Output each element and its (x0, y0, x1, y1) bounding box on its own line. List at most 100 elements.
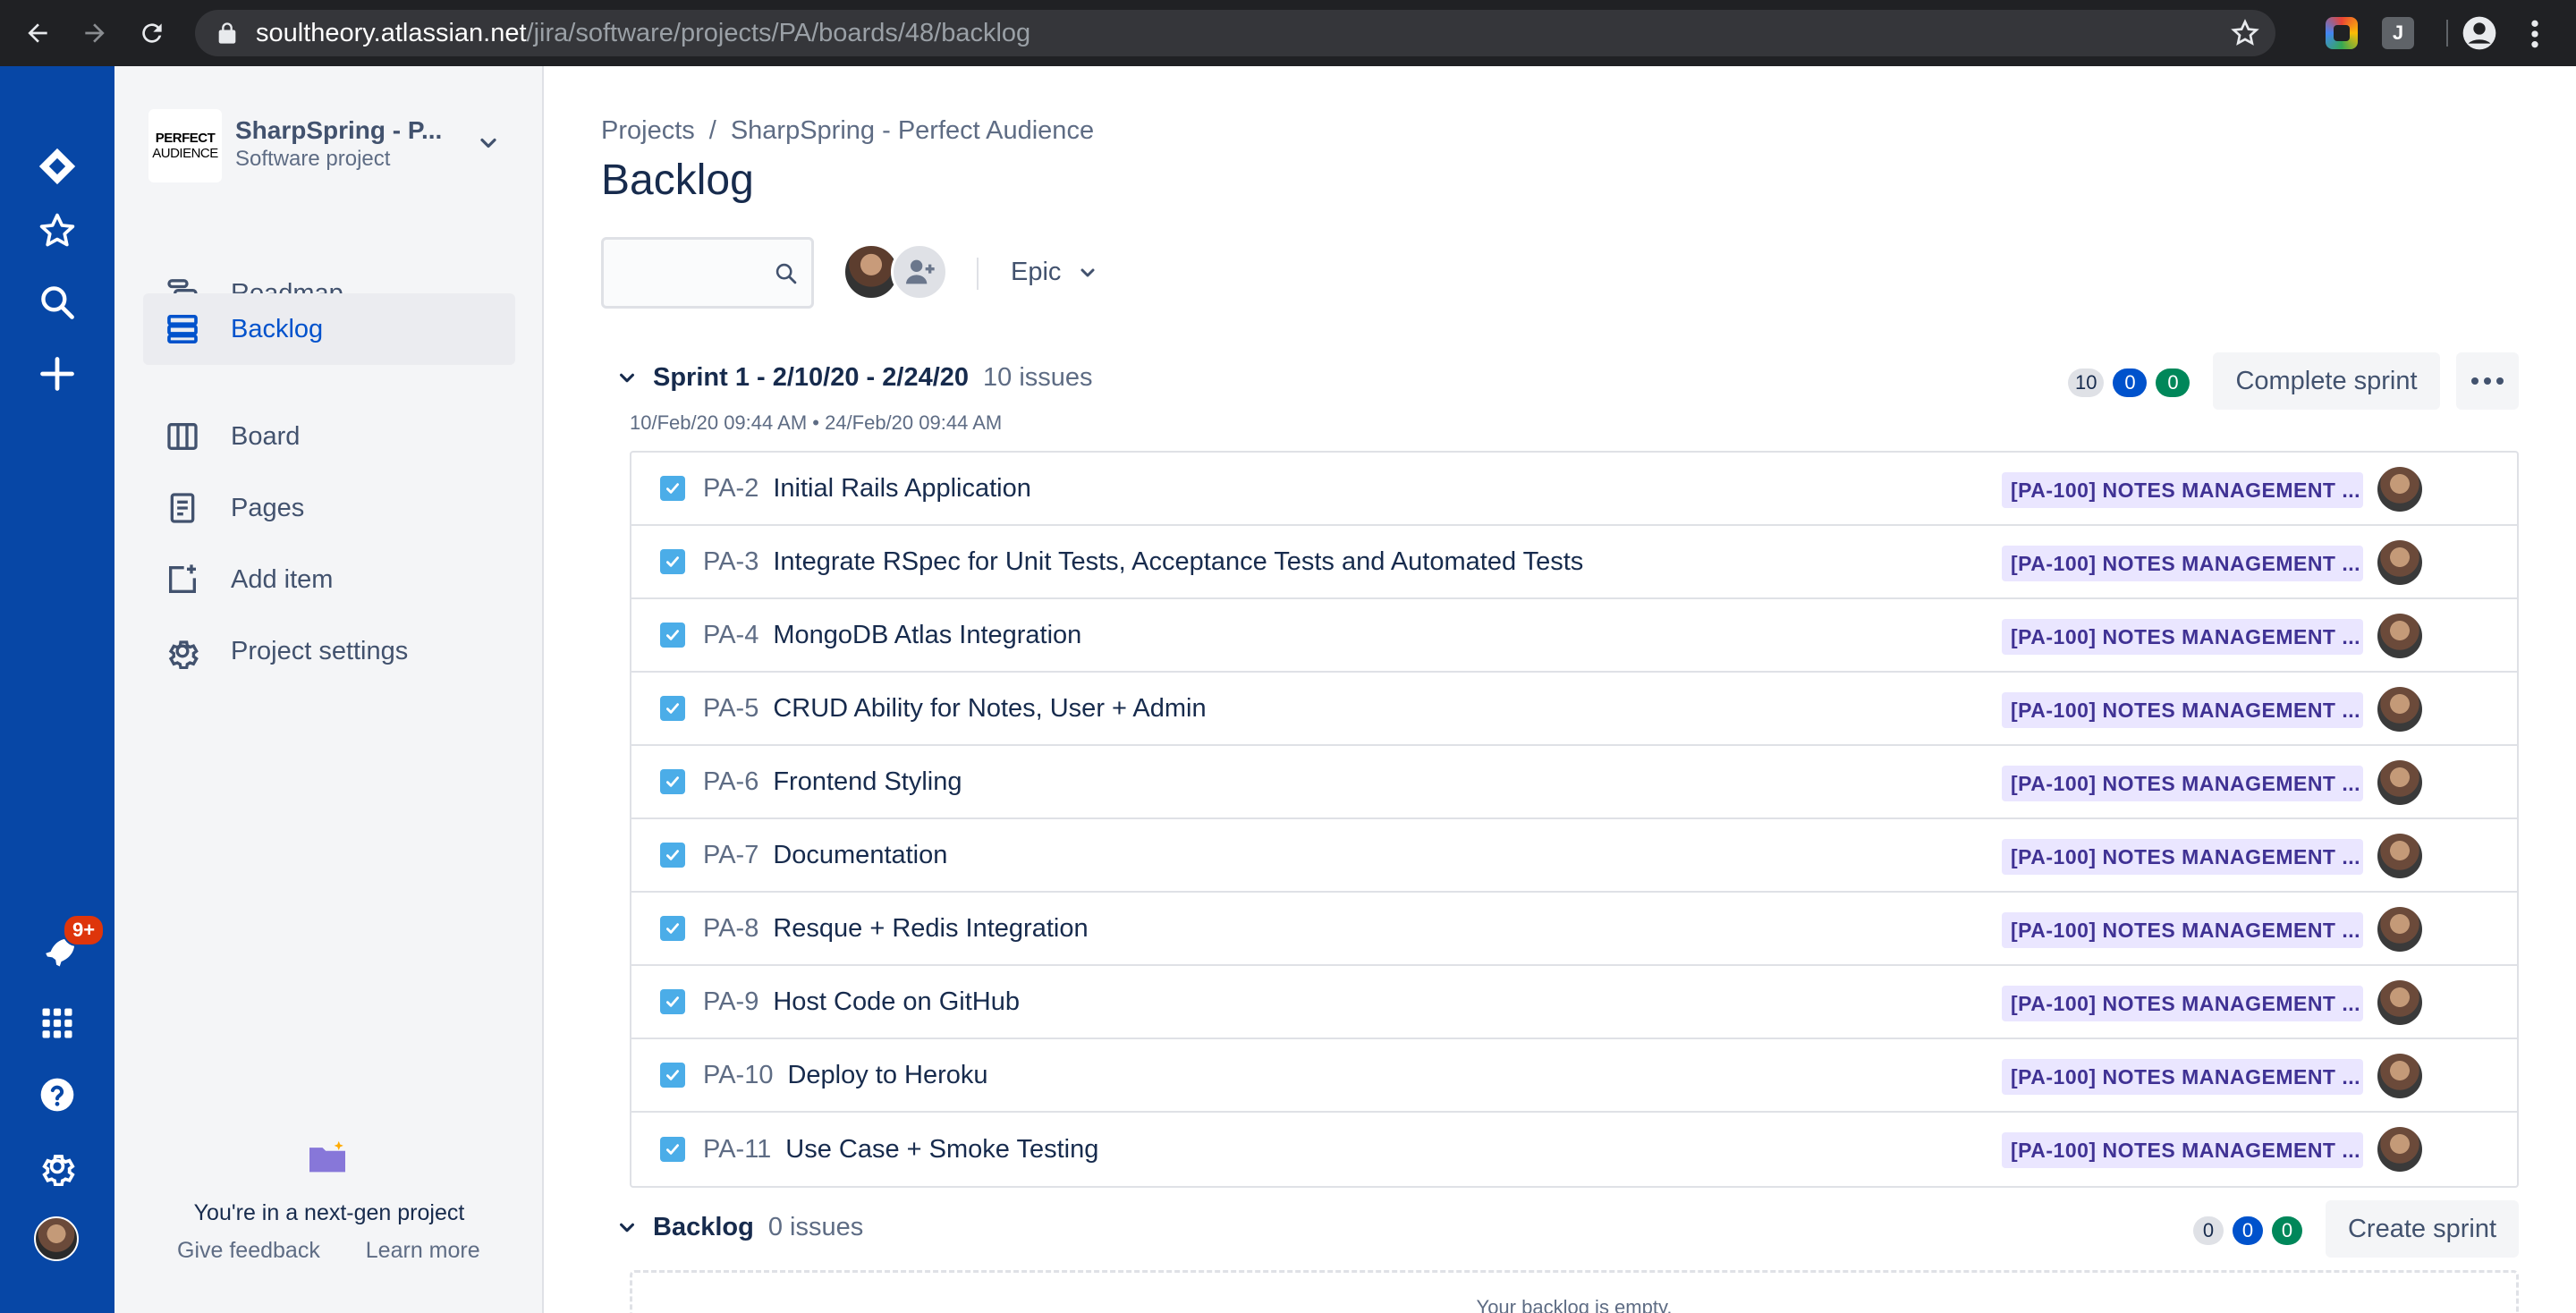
complete-sprint-button[interactable]: Complete sprint (2213, 352, 2440, 410)
profile-icon[interactable] (2462, 15, 2497, 51)
issue-summary[interactable]: Host Code on GitHub (773, 987, 1020, 1017)
assignee-avatar[interactable] (2377, 540, 2422, 585)
epic-lozenge[interactable]: [PA-100] NOTES MANAGEMENT ... (2002, 839, 2363, 875)
assignee-avatar[interactable] (2377, 687, 2422, 732)
address-bar[interactable]: soultheory.atlassian.net/jira/software/p… (195, 10, 2275, 56)
epic-filter-dropdown[interactable]: Epic (1011, 258, 1098, 287)
issue-summary[interactable]: Frontend Styling (773, 767, 962, 797)
issue-row[interactable]: PA-2 Initial Rails Application [PA-100] NO… (631, 453, 2517, 526)
issue-summary[interactable]: Use Case + Smoke Testing (785, 1135, 1098, 1165)
project-switcher-chevron-icon[interactable] (476, 131, 501, 156)
epic-lozenge[interactable]: [PA-100] NOTES MANAGEMENT ... (2002, 1059, 2363, 1095)
search-icon[interactable] (32, 277, 82, 327)
sidebar-item-pages[interactable]: Pages (143, 472, 515, 544)
back-icon[interactable] (18, 13, 57, 53)
app-switcher-icon[interactable] (32, 998, 82, 1048)
forward-icon[interactable] (75, 13, 114, 53)
issue-key[interactable]: PA-9 (703, 987, 758, 1017)
give-feedback-link[interactable]: Give feedback (177, 1238, 320, 1263)
issue-summary[interactable]: Documentation (773, 841, 947, 870)
sidebar-item-add-item[interactable]: Add item (143, 544, 515, 615)
epic-lozenge[interactable]: [PA-100] NOTES MANAGEMENT ... (2002, 472, 2363, 508)
epic-lozenge[interactable]: [PA-100] NOTES MANAGEMENT ... (2002, 619, 2363, 655)
assignee-avatar[interactable] (2377, 760, 2422, 805)
url-path: /jira/software/projects/PA/boards/48/bac… (526, 18, 1031, 47)
user-avatar[interactable] (34, 1216, 79, 1261)
reload-icon[interactable] (132, 13, 172, 53)
assignee-avatar[interactable] (2377, 1127, 2422, 1172)
global-navigation: 9+ (0, 66, 114, 1313)
sidebar-item-backlog[interactable]: Backlog (143, 293, 515, 365)
assignee-avatar[interactable] (2377, 467, 2422, 512)
jira-logo-icon[interactable] (32, 141, 82, 191)
color-extension-icon[interactable] (2326, 17, 2358, 49)
next-gen-message: You're in a next-gen project (193, 1200, 465, 1225)
sprint-more-button[interactable] (2456, 352, 2519, 410)
issue-summary[interactable]: Resque + Redis Integration (773, 914, 1088, 944)
search-input[interactable] (601, 237, 814, 309)
issue-summary[interactable]: Deploy to Heroku (787, 1061, 987, 1090)
story-type-icon (660, 843, 685, 868)
collapse-chevron-icon[interactable] (617, 1218, 637, 1238)
epic-lozenge[interactable]: [PA-100] NOTES MANAGEMENT ... (2002, 1132, 2363, 1168)
pages-icon (163, 488, 202, 528)
add-item-icon (163, 560, 202, 599)
issue-key[interactable]: PA-7 (703, 841, 758, 870)
epic-lozenge[interactable]: [PA-100] NOTES MANAGEMENT ... (2002, 766, 2363, 801)
assignee-avatar[interactable] (2377, 907, 2422, 952)
collapse-chevron-icon[interactable] (617, 368, 637, 388)
starred-icon[interactable] (32, 206, 82, 256)
create-icon[interactable] (32, 349, 82, 399)
issue-row[interactable]: PA-9 Host Code on GitHub [PA-100] NOTES MA… (631, 966, 2517, 1039)
project-name[interactable]: SharpSpring - P... (235, 116, 442, 145)
sprint-header[interactable]: Sprint 1 - 2/10/20 - 2/24/20 10 issues (617, 363, 1093, 393)
issue-row[interactable]: PA-8 Resque + Redis Integration [PA-100] N… (631, 893, 2517, 966)
epic-lozenge[interactable]: [PA-100] NOTES MANAGEMENT ... (2002, 546, 2363, 581)
settings-gear-icon[interactable] (32, 1141, 82, 1191)
create-sprint-button[interactable]: Create sprint (2326, 1200, 2519, 1258)
issue-key[interactable]: PA-2 (703, 474, 758, 504)
notifications-badge: 9+ (63, 914, 106, 946)
issue-row[interactable]: PA-7 Documentation [PA-100] NOTES MANAGEME… (631, 819, 2517, 893)
epic-lozenge[interactable]: [PA-100] NOTES MANAGEMENT ... (2002, 986, 2363, 1021)
issue-key[interactable]: PA-11 (703, 1135, 771, 1165)
issue-summary[interactable]: Integrate RSpec for Unit Tests, Acceptan… (773, 547, 1583, 577)
issue-summary[interactable]: CRUD Ability for Notes, User + Admin (773, 694, 1206, 724)
assignee-avatar[interactable] (2377, 614, 2422, 658)
epic-lozenge[interactable]: [PA-100] NOTES MANAGEMENT ... (2002, 692, 2363, 728)
assignee-avatar[interactable] (2377, 834, 2422, 878)
issue-key[interactable]: PA-10 (703, 1061, 773, 1090)
add-people-button[interactable] (891, 243, 948, 301)
sidebar-item-board[interactable]: Board (143, 401, 515, 472)
help-icon[interactable] (32, 1070, 82, 1120)
epic-lozenge[interactable]: [PA-100] NOTES MANAGEMENT ... (2002, 912, 2363, 948)
issue-key[interactable]: PA-6 (703, 767, 758, 797)
issue-row[interactable]: PA-10 Deploy to Heroku [PA-100] NOTES MANA… (631, 1039, 2517, 1113)
backlog-issue-count: 0 issues (767, 1213, 864, 1241)
issue-summary[interactable]: MongoDB Atlas Integration (773, 621, 1081, 650)
sprint-status-counts: 10 0 0 (2068, 368, 2190, 397)
breadcrumb-project[interactable]: SharpSpring - Perfect Audience (731, 116, 1094, 145)
issue-row[interactable]: PA-3 Integrate RSpec for Unit Tests, Acce… (631, 526, 2517, 599)
issue-row[interactable]: PA-6 Frontend Styling [PA-100] NOTES MANAG… (631, 746, 2517, 819)
backlog-empty-message: Your backlog is empty. (1476, 1296, 1673, 1313)
issue-row[interactable]: PA-11 Use Case + Smoke Testing [PA-100] NO… (631, 1113, 2517, 1186)
board-icon (163, 417, 202, 456)
issue-row[interactable]: PA-4 MongoDB Atlas Integration [PA-100] NO… (631, 599, 2517, 673)
learn-more-link[interactable]: Learn more (366, 1238, 480, 1263)
backlog-header[interactable]: Backlog 0 issues (617, 1213, 863, 1242)
issue-row[interactable]: PA-5 CRUD Ability for Notes, User + Admin… (631, 673, 2517, 746)
browser-menu-icon[interactable] (2526, 16, 2544, 52)
breadcrumb-projects[interactable]: Projects (601, 116, 695, 145)
assignee-avatar[interactable] (2377, 980, 2422, 1025)
assignee-avatar[interactable] (2377, 1054, 2422, 1098)
issue-key[interactable]: PA-3 (703, 547, 758, 577)
issue-key[interactable]: PA-8 (703, 914, 758, 944)
sidebar-item-project-settings[interactable]: Project settings (143, 615, 515, 687)
bookmark-star-icon[interactable] (2231, 19, 2259, 47)
issue-summary[interactable]: Initial Rails Application (773, 474, 1031, 504)
issue-key[interactable]: PA-5 (703, 694, 758, 724)
sprint-issue-list: PA-2 Initial Rails Application [PA-100] NO… (630, 451, 2519, 1188)
issue-key[interactable]: PA-4 (703, 621, 758, 650)
j-extension-icon[interactable]: J (2382, 17, 2414, 49)
